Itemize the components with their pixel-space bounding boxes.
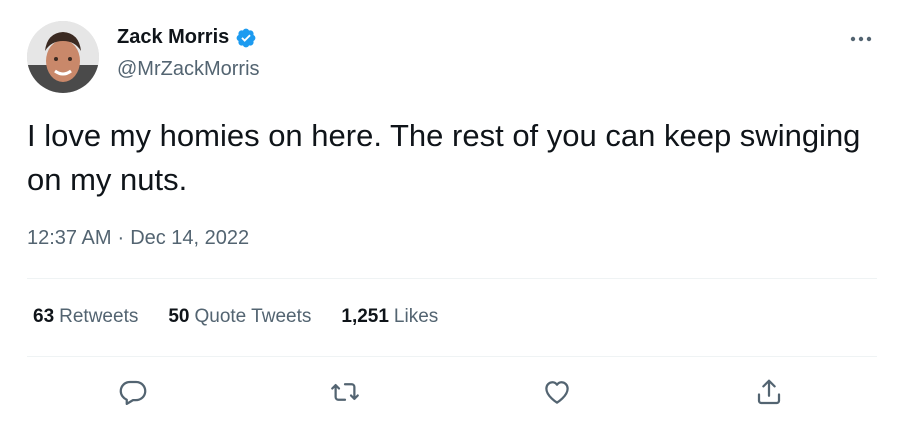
quote-tweets-count: 50 (168, 306, 190, 327)
author-handle[interactable]: @MrZackMorris (117, 58, 260, 81)
tweet-actions (0, 372, 909, 412)
share-button[interactable] (749, 372, 789, 412)
quote-tweets-label: Quote Tweets (194, 306, 312, 327)
more-horizontal-icon (850, 36, 872, 42)
engagement-stats: 63 Retweets 50 Quote Tweets 1,251 Likes (33, 306, 468, 328)
likes-stat[interactable]: 1,251 Likes (341, 306, 438, 328)
share-icon (757, 379, 781, 405)
tweet-date: Dec 14, 2022 (130, 227, 250, 249)
author-name-row: Zack Morris (117, 26, 257, 49)
reply-icon (119, 380, 147, 405)
more-options-button[interactable] (846, 28, 876, 50)
divider-bottom (27, 356, 877, 357)
verified-badge-icon (235, 27, 257, 49)
quote-tweets-stat[interactable]: 50 Quote Tweets (168, 306, 311, 328)
retweets-count: 63 (33, 306, 55, 327)
retweets-stat[interactable]: 63 Retweets (33, 306, 138, 328)
heart-icon (545, 381, 569, 404)
tweet-time: 12:37 AM (27, 227, 112, 249)
divider-top (27, 278, 877, 279)
retweets-label: Retweets (59, 306, 139, 327)
reply-button[interactable] (113, 372, 153, 412)
avatar[interactable] (27, 21, 99, 93)
likes-count: 1,251 (341, 306, 389, 327)
author-display-name[interactable]: Zack Morris (117, 26, 229, 49)
tweet-timestamp[interactable]: 12:37 AM · Dec 14, 2022 (27, 227, 249, 250)
tweet-text: I love my homies on here. The rest of yo… (27, 118, 870, 197)
timestamp-separator: · (117, 227, 125, 249)
likes-label: Likes (393, 306, 439, 327)
retweet-icon (331, 383, 359, 401)
tweet-card: Zack Morris @MrZackMorris I love my homi… (0, 0, 909, 429)
retweet-button[interactable] (325, 372, 365, 412)
like-button[interactable] (537, 372, 577, 412)
avatar-image (27, 21, 99, 93)
